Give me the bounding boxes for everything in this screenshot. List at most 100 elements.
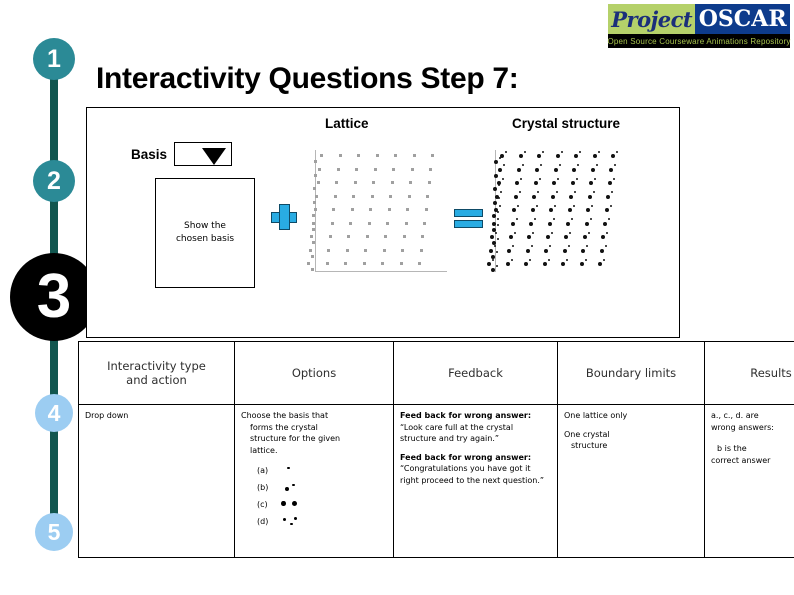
- lattice-point: [328, 235, 332, 238]
- crystal-atom-primary: [549, 208, 554, 212]
- crystal-axis-atom-secondary: [498, 170, 501, 172]
- option-a-key: (a): [257, 466, 269, 476]
- lattice-point: [369, 208, 373, 211]
- logo-oscar-word: OSCAR: [695, 4, 790, 34]
- lattice-point: [315, 194, 319, 198]
- crystal-atom-primary: [555, 154, 560, 158]
- options-prompt-line4: lattice.: [250, 445, 278, 455]
- crystal-atom-secondary: [575, 177, 578, 180]
- crystal-atom-primary: [607, 181, 612, 185]
- lattice-point: [318, 167, 322, 171]
- lattice-point: [353, 181, 357, 184]
- interactivity-type-value: Drop down: [85, 411, 129, 420]
- logo-tagline: Open Source Courseware Animations Reposi…: [607, 34, 790, 48]
- lattice-point: [325, 262, 329, 265]
- two-dots-horizontal-icon: [281, 498, 321, 512]
- lattice-point: [426, 194, 430, 198]
- crystal-atom-primary: [592, 154, 597, 158]
- result-wrong-line1: a., c., d. are: [711, 411, 759, 420]
- crystal-atom-primary: [527, 235, 532, 239]
- crystal-atom-primary: [572, 167, 577, 172]
- crystal-atom-primary: [584, 221, 589, 226]
- step-marker-2[interactable]: 2: [33, 160, 75, 202]
- crystal-atom-primary: [598, 262, 603, 266]
- three-dots-icon: [281, 515, 321, 529]
- step-marker-5[interactable]: 5: [35, 513, 73, 551]
- crystal-atom-secondary: [535, 204, 538, 207]
- boundary-limit-2-line2: structure: [571, 441, 608, 451]
- crystal-atom-secondary: [587, 231, 590, 234]
- lattice-point: [431, 154, 434, 157]
- crystal-atom-primary: [553, 167, 558, 172]
- column-header-boundary-limits: Boundary limits: [557, 341, 705, 405]
- lattice-point: [410, 167, 414, 171]
- cell-options: Choose the basis that forms the crystal …: [234, 404, 394, 558]
- options-prompt: Choose the basis that forms the crystal …: [241, 410, 387, 456]
- chosen-basis-line2: chosen basis: [175, 234, 235, 244]
- chevron-down-icon[interactable]: [202, 148, 227, 165]
- crystal-atom-primary: [562, 248, 567, 253]
- crystal-atom-secondary: [503, 164, 506, 166]
- crystal-atom-secondary: [589, 218, 592, 220]
- crystal-atom-secondary: [567, 245, 570, 247]
- crystal-atom-primary: [544, 248, 549, 253]
- crystal-atom-secondary: [614, 164, 617, 166]
- crystal-atom-secondary: [495, 231, 498, 234]
- crystal-atom-primary: [515, 181, 520, 185]
- option-b[interactable]: (b): [257, 479, 387, 496]
- crystal-atom-secondary: [521, 164, 524, 166]
- basis-dropdown[interactable]: [174, 142, 233, 166]
- option-d[interactable]: (d): [257, 513, 387, 530]
- option-a[interactable]: (a): [257, 462, 387, 479]
- crystal-axis-atom-secondary: [497, 197, 500, 199]
- feedback-wrong-text: “Look care full at the crystal structure…: [400, 422, 514, 444]
- lattice-point: [427, 181, 431, 184]
- plus-icon: [271, 204, 297, 230]
- crystal-atom-secondary: [608, 218, 610, 220]
- crystal-atom-secondary: [577, 164, 580, 166]
- crystal-atom-secondary: [609, 204, 612, 207]
- step-marker-1[interactable]: 1: [33, 38, 75, 80]
- crystal-atom-secondary: [540, 164, 543, 166]
- lattice-axis-point: [314, 160, 317, 163]
- chosen-basis-line1: Show the: [184, 221, 226, 232]
- crystal-atom-primary: [566, 221, 570, 226]
- lattice-point: [401, 248, 405, 252]
- crystal-atom-secondary: [530, 245, 533, 247]
- page-title: Interactivity Questions Step 7:: [96, 62, 519, 95]
- crystal-atom-primary: [505, 262, 510, 266]
- crystal-atom-primary: [488, 248, 493, 253]
- crystal-atom-primary: [567, 208, 572, 212]
- crystal-atom-primary: [537, 154, 541, 158]
- lattice-point: [372, 181, 376, 184]
- crystal-atom-primary: [535, 167, 540, 172]
- crystal-atom-primary: [507, 248, 512, 253]
- crystal-atom-secondary: [547, 258, 550, 261]
- options-list: (a) (b) (c) (d): [241, 462, 387, 530]
- crystal-atom-primary: [513, 194, 518, 199]
- lattice-point: [355, 167, 359, 171]
- lattice-point: [307, 262, 311, 265]
- crystal-axis-atom: [491, 241, 496, 245]
- crystal-atom-primary: [587, 194, 592, 199]
- lattice-point: [333, 194, 337, 198]
- lattice-point: [429, 167, 433, 171]
- lattice-axis-point: [312, 214, 316, 217]
- interactivity-spec-table: Interactivity type and action Options Fe…: [78, 341, 794, 558]
- chosen-basis-display: Show the chosen basis: [155, 178, 255, 288]
- crystal-atom-primary: [490, 235, 495, 239]
- crystal-atom-secondary: [493, 245, 496, 247]
- crystal-atom-secondary: [497, 218, 499, 220]
- crystal-atom-primary: [561, 262, 566, 266]
- crystal-atom-secondary: [501, 177, 504, 180]
- crystal-axis-atom: [491, 254, 496, 259]
- step-marker-4[interactable]: 4: [35, 394, 73, 432]
- crystal-atom-secondary: [612, 177, 615, 180]
- crystal-atom-primary: [579, 262, 584, 266]
- crystal-atom-secondary: [560, 150, 563, 153]
- crystal-atom-primary: [603, 221, 607, 226]
- option-c[interactable]: (c): [257, 496, 387, 513]
- lattice-point: [375, 154, 379, 157]
- lattice-point: [407, 194, 411, 198]
- step-marker-3[interactable]: 3: [10, 253, 98, 341]
